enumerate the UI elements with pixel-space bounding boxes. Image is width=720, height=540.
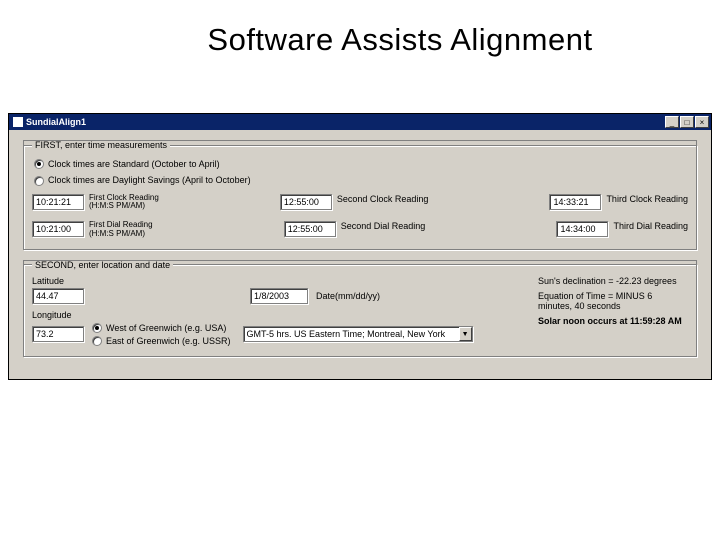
longitude-label: Longitude — [32, 310, 530, 320]
first-legend: FIRST, enter time measurements — [32, 140, 170, 150]
first-dial-label-2: (H:M:S PM/AM) — [89, 230, 153, 239]
radio-east-label: East of Greenwich (e.g. USSR) — [106, 336, 231, 346]
date-input[interactable] — [250, 288, 308, 304]
radio-east[interactable] — [92, 336, 102, 346]
radio-standard-time[interactable] — [34, 159, 44, 169]
maximize-button[interactable]: □ — [680, 116, 694, 128]
second-clock-input[interactable] — [280, 194, 332, 210]
second-dial-label: Second Dial Reading — [341, 221, 426, 231]
second-clock-label: Second Clock Reading — [337, 194, 429, 204]
third-clock-label: Third Clock Reading — [606, 194, 688, 204]
titlebar: SundialAlign1 _ □ × — [9, 114, 711, 130]
radio-daylight-time[interactable] — [34, 176, 44, 186]
app-body: FIRST, enter time measurements Clock tim… — [9, 130, 711, 379]
close-button[interactable]: × — [695, 116, 709, 128]
app-icon — [13, 117, 23, 127]
app-window: SundialAlign1 _ □ × FIRST, enter time me… — [8, 113, 712, 380]
radio-west-label: West of Greenwich (e.g. USA) — [106, 323, 226, 333]
first-clock-label-2: (H:M:S PM/AM) — [89, 202, 159, 211]
minimize-button[interactable]: _ — [665, 116, 679, 128]
first-dial-input[interactable] — [32, 221, 84, 237]
first-clock-input[interactable] — [32, 194, 84, 210]
sun-declination-label: Sun's declination = -22.23 degrees — [538, 276, 688, 287]
latitude-label: Latitude — [32, 276, 82, 286]
second-dial-input[interactable] — [284, 221, 336, 237]
radio-west[interactable] — [92, 323, 102, 333]
third-clock-input[interactable] — [549, 194, 601, 210]
solar-noon-label: Solar noon occurs at 11:59:28 AM — [538, 316, 688, 327]
chevron-down-icon: ▼ — [459, 327, 472, 341]
timezone-value: GMT-5 hrs. US Eastern Time; Montreal, Ne… — [244, 329, 449, 339]
window-title: SundialAlign1 — [26, 117, 86, 127]
slide-title: Software Assists Alignment — [0, 0, 720, 68]
first-fieldset: FIRST, enter time measurements Clock tim… — [23, 140, 697, 250]
timezone-dropdown[interactable]: GMT-5 hrs. US Eastern Time; Montreal, Ne… — [243, 326, 473, 342]
second-legend: SECOND, enter location and date — [32, 260, 173, 270]
third-dial-label: Third Dial Reading — [613, 221, 688, 231]
latitude-input[interactable] — [32, 288, 84, 304]
equation-of-time-label: Equation of Time = MINUS 6 minutes, 40 s… — [538, 291, 688, 313]
radio-standard-label: Clock times are Standard (October to Apr… — [48, 159, 220, 169]
third-dial-input[interactable] — [556, 221, 608, 237]
longitude-input[interactable] — [32, 326, 84, 342]
radio-daylight-label: Clock times are Daylight Savings (April … — [48, 175, 251, 185]
date-label: Date(mm/dd/yy) — [316, 291, 380, 301]
second-fieldset: SECOND, enter location and date Latitude… — [23, 260, 697, 357]
